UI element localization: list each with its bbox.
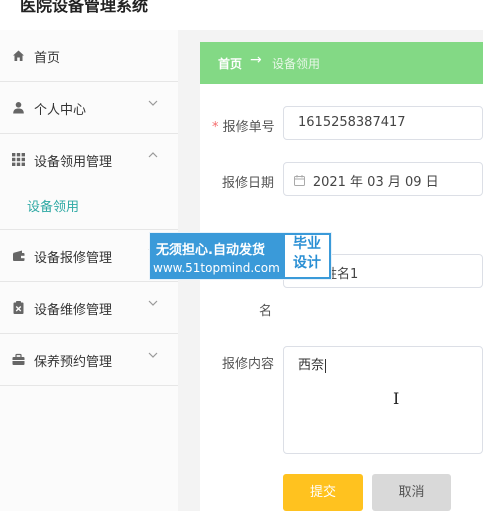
app-title: 医院设备管理系统 — [20, 0, 149, 15]
chevron-down-icon — [148, 99, 158, 110]
sidebar-item-personal-center[interactable]: 个人中心 — [0, 82, 178, 134]
chevron-down-icon — [148, 351, 158, 362]
sidebar-subitem-label: 设备领用 — [27, 200, 80, 215]
user-icon — [12, 101, 25, 114]
watermark-badge-line1: 毕业 — [293, 236, 321, 252]
name-label: 名 — [259, 304, 273, 319]
ibeam-cursor-icon: I — [393, 389, 400, 408]
breadcrumb-home[interactable]: 首页 — [218, 55, 242, 72]
sidebar-item-maintenance-booking-management[interactable]: 保养预约管理 — [0, 334, 178, 386]
sidebar-subitem-equipment-use[interactable]: 设备领用 — [0, 182, 178, 230]
wallet-icon — [12, 249, 25, 262]
sidebar-item-equipment-maintenance-management[interactable]: 设备维修管理 — [0, 282, 178, 334]
chevron-up-icon — [148, 151, 158, 162]
cancel-button[interactable]: 取消 — [372, 474, 451, 511]
sidebar-item-home[interactable]: 首页 — [0, 30, 178, 82]
sidebar-item-label: 保养预约管理 — [34, 355, 113, 370]
submit-button[interactable]: 提交 — [283, 474, 363, 511]
watermark-badge-line2: 设计 — [293, 255, 321, 271]
breadcrumb: 首页 → 设备领用 — [200, 42, 483, 84]
briefcase-icon — [12, 353, 25, 366]
order-no-field[interactable]: 1615258387417 — [283, 106, 483, 140]
date-label: 报修日期 — [222, 176, 275, 191]
text-caret — [325, 358, 327, 373]
content-label: 报修内容 — [222, 357, 275, 372]
content-textarea[interactable]: 西奈 — [283, 346, 483, 454]
calendar-icon — [294, 175, 309, 189]
clipboard-icon — [12, 301, 25, 314]
watermark-line2: www.51topmind.com — [153, 261, 280, 275]
grid-icon — [12, 153, 25, 166]
sidebar-item-label: 设备领用管理 — [34, 155, 113, 170]
sidebar-item-label: 首页 — [34, 51, 61, 66]
sidebar-item-label: 设备报修管理 — [34, 251, 113, 266]
order-no-label: * 报修单号 — [212, 120, 275, 135]
date-picker[interactable]: 2021 年 03 月 09 日 — [283, 162, 483, 196]
sidebar-item-label: 设备维修管理 — [34, 303, 113, 318]
watermark-badge: 毕业 设计 — [285, 235, 329, 277]
chevron-down-icon — [148, 299, 158, 310]
breadcrumb-arrow-icon: → — [250, 52, 262, 68]
home-icon — [12, 49, 25, 62]
breadcrumb-current: 设备领用 — [272, 57, 321, 71]
watermark-line1: 无须担心.自动发货 — [156, 243, 265, 258]
sidebar-item-equipment-use-management[interactable]: 设备领用管理 — [0, 134, 178, 186]
required-mark: * — [212, 120, 219, 135]
sidebar-item-label: 个人中心 — [34, 103, 87, 118]
watermark-banner: 无须担心.自动发货 www.51topmind.com 毕业 设计 — [149, 232, 332, 280]
